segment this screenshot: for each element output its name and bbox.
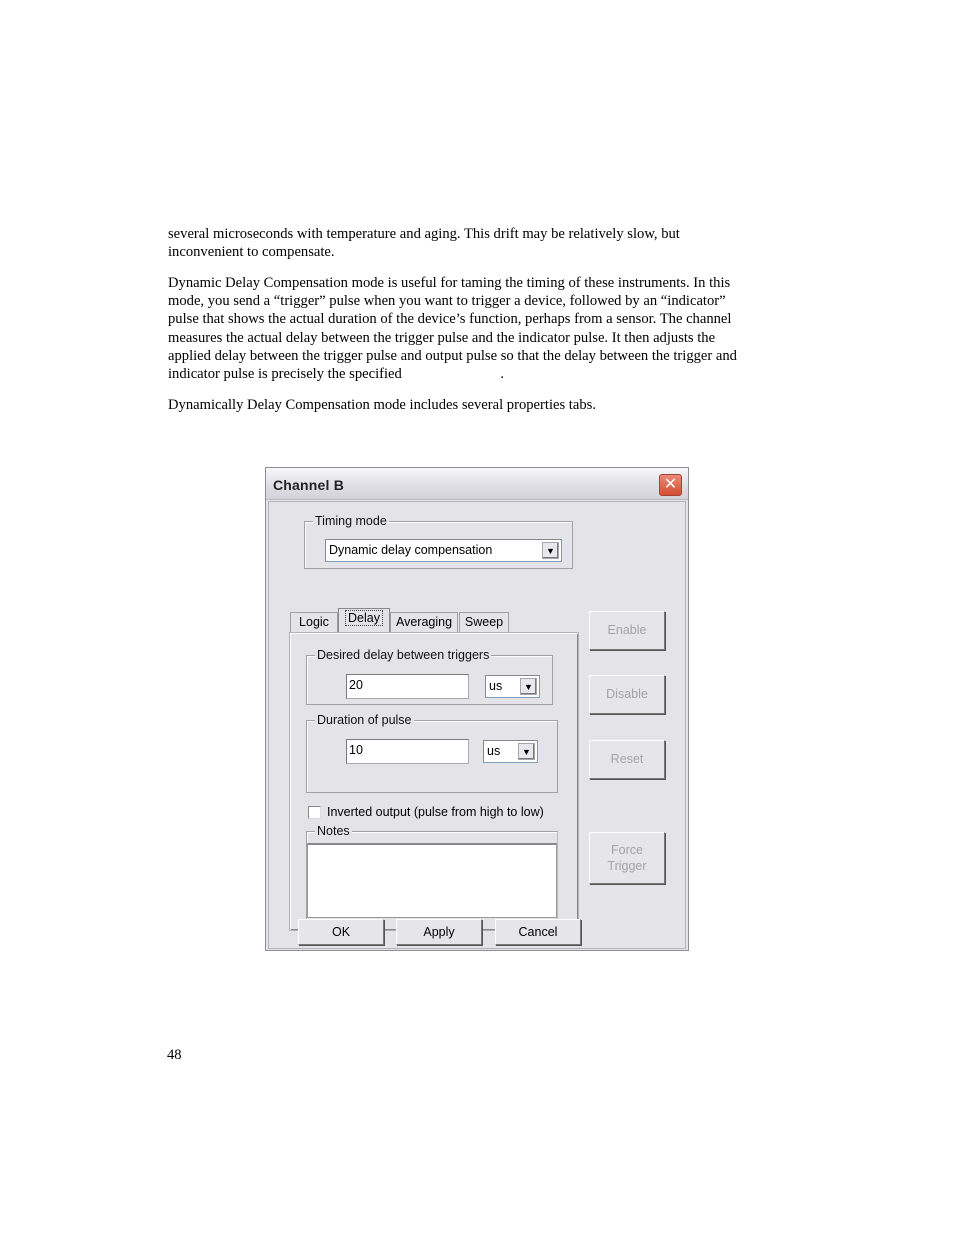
- cancel-button-label: Cancel: [518, 925, 558, 939]
- desired-delay-unit: us: [489, 679, 503, 693]
- text-line: Dynamically Delay Compensation mode incl…: [168, 397, 596, 413]
- paragraph-drift: several microseconds with temperature an…: [168, 225, 788, 261]
- paragraph-dynamic-delay: Dynamic Delay Compensation mode is usefu…: [168, 274, 788, 383]
- text-line: inconvenient to compensate.: [168, 244, 335, 261]
- desired-delay-input[interactable]: 20: [346, 674, 469, 699]
- duration-unit-select[interactable]: us ▼: [483, 740, 538, 763]
- disable-button-label: Disable: [606, 687, 648, 701]
- duration-value: 10: [349, 743, 363, 757]
- reset-button[interactable]: Reset: [589, 740, 665, 779]
- text-line: applied delay between the trigger pulse …: [168, 347, 737, 364]
- enable-button-label: Enable: [607, 623, 647, 637]
- text-line: measures the actual delay between the tr…: [168, 329, 716, 346]
- text-line: pulse that shows the actual duration of …: [168, 311, 732, 328]
- text-line: indicator pulse is precisely the specifi…: [168, 366, 504, 383]
- timing-mode-select[interactable]: Dynamic delay compensation ▼: [325, 539, 562, 562]
- notes-label: Notes: [315, 824, 352, 838]
- desired-delay-label: Desired delay between triggers: [315, 648, 492, 662]
- tab-delay[interactable]: Delay: [338, 608, 390, 632]
- duration-label: Duration of pulse: [315, 713, 414, 727]
- text-line: several microseconds with temperature an…: [168, 226, 680, 242]
- notes-textarea[interactable]: [307, 843, 557, 918]
- timing-mode-label: Timing mode: [313, 514, 389, 528]
- delay-tab-panel: Desired delay between triggers 20 us ▼ D…: [289, 632, 579, 931]
- apply-button[interactable]: Apply: [396, 919, 482, 945]
- text-line: mode, you send a “trigger” pulse when yo…: [168, 293, 726, 310]
- duration-input[interactable]: 10: [346, 739, 469, 764]
- timing-mode-value: Dynamic delay compensation: [329, 543, 493, 557]
- tab-delay-label: Delay: [345, 610, 383, 626]
- cancel-button[interactable]: Cancel: [495, 919, 581, 945]
- reset-button-label: Reset: [610, 752, 644, 766]
- desired-delay-value: 20: [349, 678, 363, 692]
- channel-dialog: Channel B ✕ Timing mode Dynamic delay co…: [265, 467, 689, 951]
- duration-group: Duration of pulse 10 us ▼: [306, 713, 558, 793]
- inverted-output-label[interactable]: Inverted output (pulse from high to low): [327, 805, 544, 819]
- duration-unit: us: [487, 744, 501, 758]
- disable-button[interactable]: Disable: [589, 675, 665, 714]
- tab-sweep-label: Sweep: [464, 615, 504, 629]
- tab-logic-label: Logic: [299, 615, 329, 629]
- desired-delay-unit-select[interactable]: us ▼: [485, 675, 540, 698]
- inverted-output-checkbox[interactable]: [308, 806, 321, 819]
- paragraph-tabs-intro: Dynamically Delay Compensation mode incl…: [168, 396, 788, 414]
- dialog-body: Timing mode Dynamic delay compensation ▼…: [268, 501, 686, 949]
- close-icon: ✕: [663, 476, 678, 493]
- tab-logic[interactable]: Logic: [290, 612, 338, 633]
- tab-sweep[interactable]: Sweep: [459, 612, 509, 633]
- force-trigger-label-line2: Trigger: [607, 859, 647, 873]
- close-button[interactable]: ✕: [659, 474, 682, 496]
- ok-button-label: OK: [331, 925, 351, 939]
- timing-mode-group: Timing mode Dynamic delay compensation ▼: [304, 514, 573, 569]
- force-trigger-label-line1: Force: [611, 843, 643, 857]
- chevron-down-icon[interactable]: ▼: [542, 542, 559, 559]
- tab-averaging[interactable]: Averaging: [390, 612, 458, 633]
- ok-button[interactable]: OK: [298, 919, 384, 945]
- desired-delay-group: Desired delay between triggers 20 us ▼: [306, 648, 553, 705]
- force-trigger-button[interactable]: Force Trigger: [589, 832, 665, 884]
- chevron-down-icon[interactable]: ▼: [520, 678, 537, 695]
- enable-button[interactable]: Enable: [589, 611, 665, 650]
- chevron-down-icon[interactable]: ▼: [518, 743, 535, 760]
- title-bar[interactable]: Channel B ✕: [266, 468, 688, 500]
- tab-averaging-label: Averaging: [395, 615, 453, 629]
- apply-button-label: Apply: [423, 925, 455, 939]
- notes-group: Notes: [306, 824, 558, 919]
- text-line: Dynamic Delay Compensation mode is usefu…: [168, 275, 731, 291]
- dialog-title: Channel B: [273, 477, 345, 493]
- page-number: 48: [167, 1047, 182, 1063]
